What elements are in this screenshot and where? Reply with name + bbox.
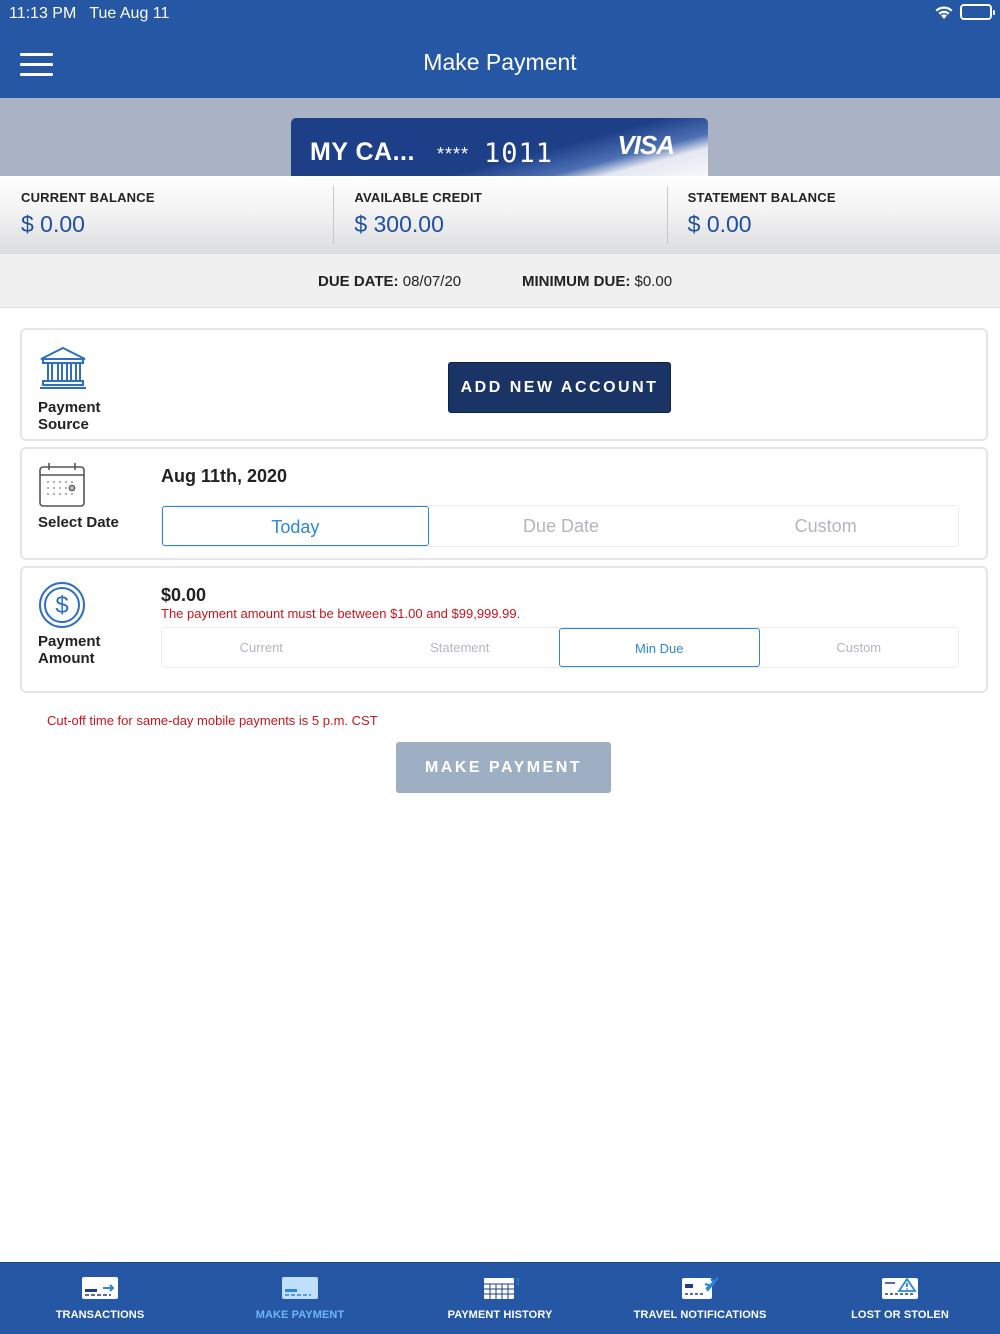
tab-make-payment[interactable]: MAKE PAYMENT	[200, 1263, 400, 1334]
wifi-icon	[934, 5, 954, 20]
balance-label: CURRENT BALANCE	[21, 190, 155, 205]
tab-travel-notifications[interactable]: TRAVEL NOTIFICATIONS	[600, 1263, 800, 1334]
tab-label: TRANSACTIONS	[55, 1309, 145, 1321]
statement-balance: STATEMENT BALANCE $ 0.00	[666, 176, 1000, 254]
balance-label: STATEMENT BALANCE	[687, 190, 836, 205]
calendar-icon	[38, 462, 86, 513]
app-header: 11:13 PM Tue Aug 11 Make Payment	[0, 0, 1000, 98]
payment-source-label-line1: Payment	[38, 399, 101, 416]
due-info-bar: DUE DATE: 08/07/20 MINIMUM DUE: $0.00	[0, 254, 1000, 308]
svg-text:$: $	[516, 1277, 519, 1288]
calendar-grid-icon: $	[484, 1277, 519, 1299]
amount-option-min-due[interactable]: Min Due	[559, 628, 760, 667]
credit-card-thumbnail[interactable]: MY CA... **** 1011 VISA	[291, 118, 708, 176]
payment-amount-error: The payment amount must be between $1.00…	[161, 606, 521, 621]
tab-transactions[interactable]: TRANSACTIONS	[0, 1263, 200, 1334]
status-time: 11:13 PM Tue Aug 11	[9, 5, 169, 23]
card-plane-icon	[682, 1277, 719, 1299]
tab-label: TRAVEL NOTIFICATIONS	[633, 1309, 767, 1321]
add-new-account-button[interactable]: ADD NEW ACCOUNT	[448, 362, 671, 413]
card-arrow-icon	[82, 1277, 118, 1299]
date-segmented-control: Today Due Date Custom	[161, 505, 959, 547]
tab-lost-or-stolen[interactable]: LOST OR STOLEN	[800, 1263, 1000, 1334]
available-credit: AVAILABLE CREDIT $ 300.00	[333, 176, 666, 254]
balance-value: $ 300.00	[354, 211, 444, 237]
cutoff-notice: Cut-off time for same-day mobile payment…	[47, 713, 378, 728]
tab-label: LOST OR STOLEN	[851, 1309, 949, 1321]
date-option-due-date[interactable]: Due Date	[429, 506, 694, 546]
minimum-due: MINIMUM DUE: $0.00	[522, 273, 672, 290]
current-balance: CURRENT BALANCE $ 0.00	[0, 176, 333, 254]
bottom-tab-bar: TRANSACTIONS MAKE PAYMENT $ PAYMENT HIST…	[0, 1262, 1000, 1334]
minimum-due-label: MINIMUM DUE:	[522, 273, 631, 290]
amount-option-statement[interactable]: Statement	[361, 628, 560, 667]
dollar-circle-icon: $	[38, 581, 86, 634]
selected-date: Aug 11th, 2020	[161, 466, 288, 486]
select-date-label: Select Date	[38, 514, 119, 531]
date-option-today[interactable]: Today	[162, 506, 429, 546]
due-date: DUE DATE: 08/07/20	[318, 273, 461, 290]
card-warning-icon	[882, 1277, 918, 1299]
tab-label: PAYMENT HISTORY	[447, 1309, 553, 1321]
status-clock: 11:13 PM	[9, 5, 77, 22]
payment-amount-panel: $ Payment Amount $0.00 The payment amoun…	[20, 566, 988, 693]
minimum-due-value: $0.00	[634, 273, 673, 290]
card-last-four: 1011	[484, 138, 554, 169]
amount-segmented-control: Current Statement Min Due Custom	[161, 627, 959, 668]
amount-option-custom[interactable]: Custom	[760, 628, 959, 667]
make-payment-button[interactable]: MAKE PAYMENT	[396, 742, 611, 793]
tab-payment-history[interactable]: $ PAYMENT HISTORY	[400, 1263, 600, 1334]
balance-label: AVAILABLE CREDIT	[354, 190, 482, 205]
balance-value: $ 0.00	[21, 211, 85, 237]
amount-option-current[interactable]: Current	[162, 628, 361, 667]
payment-amount-label: Payment Amount	[38, 633, 101, 667]
page-title: Make Payment	[423, 49, 577, 75]
battery-icon	[960, 4, 995, 20]
payment-amount-label-line1: Payment	[38, 633, 101, 650]
payment-amount-label-line2: Amount	[38, 650, 95, 667]
due-date-value: 08/07/20	[402, 273, 462, 290]
payment-source-label-line2: Source	[38, 416, 89, 433]
payment-source-label: Payment Source	[38, 399, 101, 433]
balance-summary: CURRENT BALANCE $ 0.00 AVAILABLE CREDIT …	[0, 176, 1000, 254]
tab-label: MAKE PAYMENT	[255, 1309, 345, 1321]
card-icon	[282, 1277, 318, 1299]
card-number-mask: ****	[437, 144, 470, 164]
card-name: MY CA...	[310, 138, 415, 166]
visa-logo: VISA	[617, 130, 675, 160]
payment-amount-value[interactable]: $0.00	[161, 585, 206, 606]
card-banner: MY CA... **** 1011 VISA	[0, 98, 1000, 176]
bank-icon	[38, 346, 88, 395]
payment-source-panel: Payment Source ADD NEW ACCOUNT	[20, 328, 988, 441]
select-date-panel: Select Date Aug 11th, 2020 Today Due Dat…	[20, 447, 988, 560]
status-date: Tue Aug 11	[89, 5, 170, 22]
due-date-label: DUE DATE:	[318, 273, 399, 290]
date-option-custom[interactable]: Custom	[693, 506, 958, 546]
svg-text:$: $	[55, 592, 68, 619]
balance-value: $ 0.00	[687, 211, 752, 237]
status-indicators	[934, 4, 995, 20]
